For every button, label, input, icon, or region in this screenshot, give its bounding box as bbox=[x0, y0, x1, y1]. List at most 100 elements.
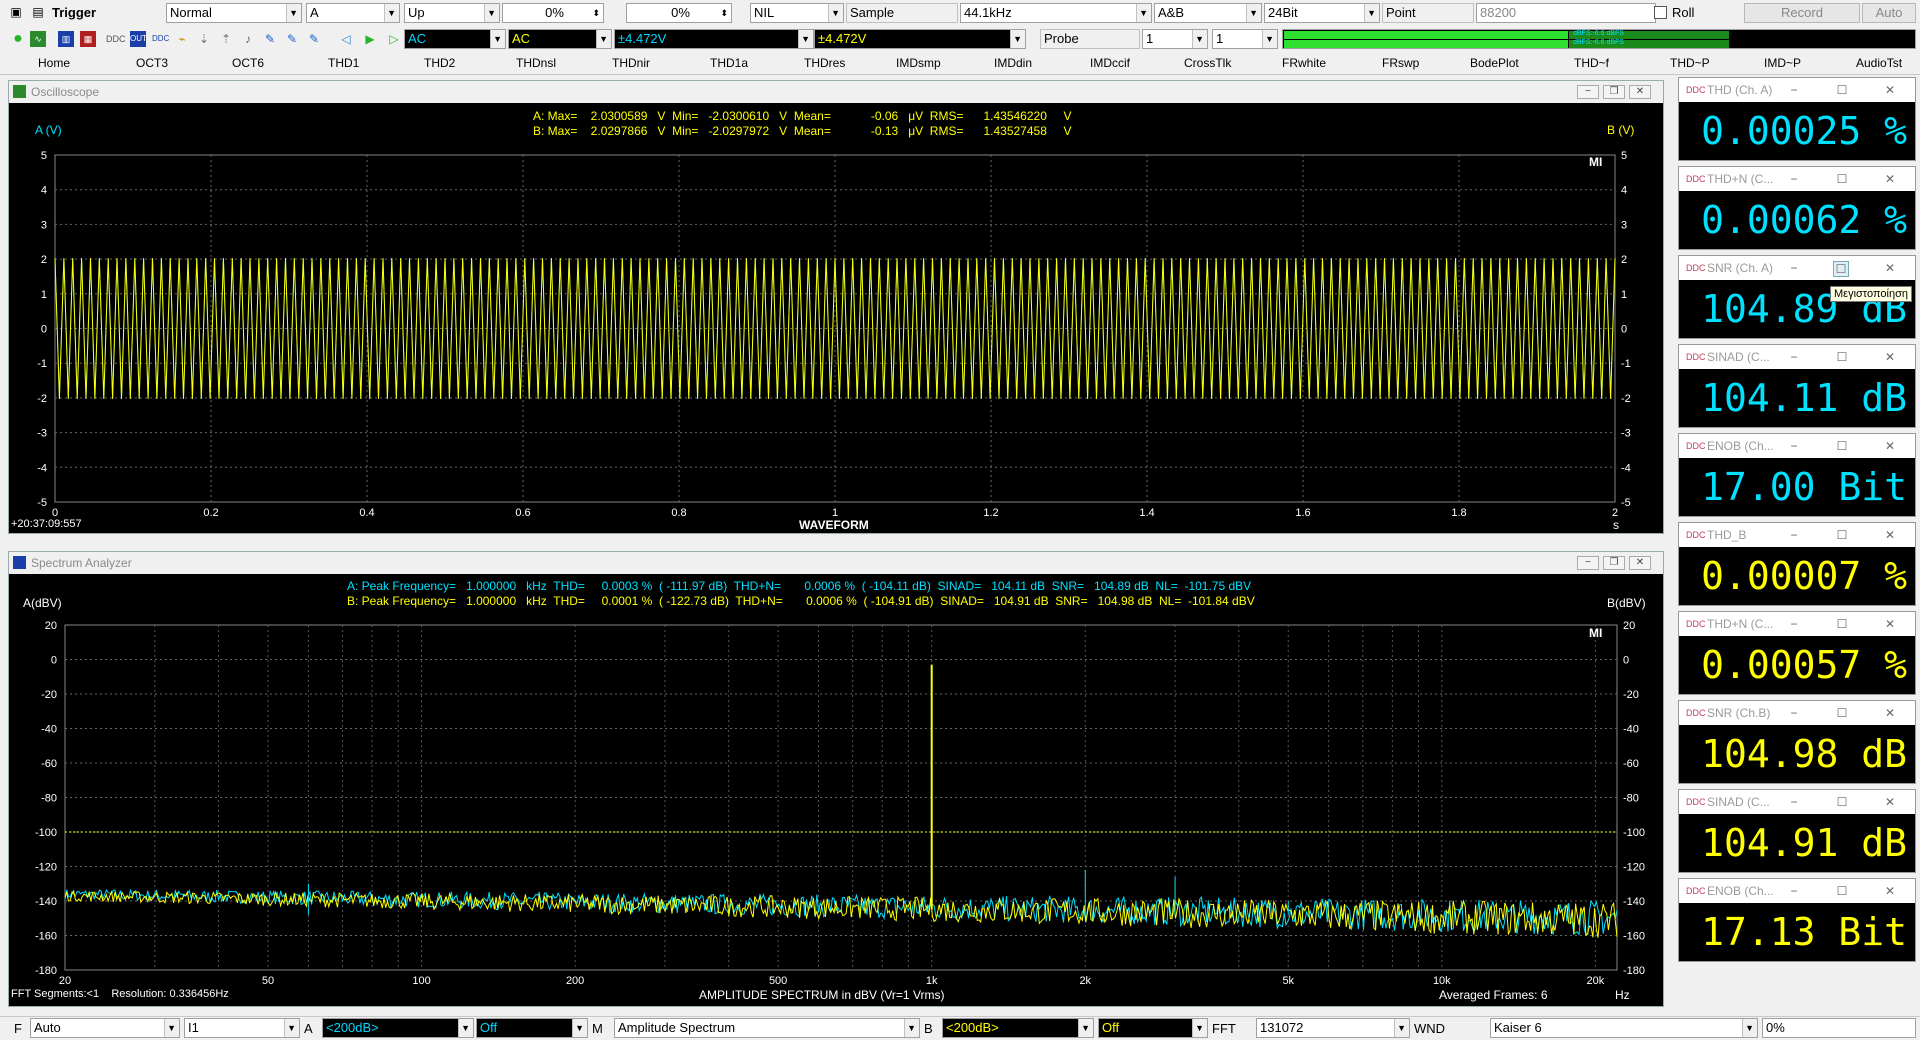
m-select[interactable]: Amplitude Spectrum ▼ bbox=[614, 1018, 920, 1038]
auto-button[interactable]: Auto bbox=[1862, 3, 1916, 23]
tab-crosstlk[interactable]: CrossTlk bbox=[1184, 56, 1231, 70]
trigger-level-input[interactable]: 0% ⬍ bbox=[502, 3, 604, 23]
tab-thd-p[interactable]: THD~P bbox=[1670, 56, 1710, 70]
wrench-b-icon[interactable]: ✎ bbox=[284, 31, 300, 47]
meter-sinad-a[interactable]: DDC SINAD (C... − ☐ ✕ 104.11 dB bbox=[1678, 344, 1916, 428]
trigger-channel-select[interactable]: A ▼ bbox=[306, 3, 400, 23]
tab-thd-f[interactable]: THD~f bbox=[1574, 56, 1609, 70]
maximize-icon[interactable]: ☐ bbox=[1835, 795, 1849, 809]
minimize-icon[interactable]: − bbox=[1787, 795, 1801, 809]
close-icon[interactable]: ✕ bbox=[1883, 706, 1897, 720]
meter-sinad-b[interactable]: DDC SINAD (C... − ☐ ✕ 104.91 dB bbox=[1678, 789, 1916, 873]
nil-select[interactable]: NIL ▼ bbox=[750, 3, 844, 23]
tab-thdnir[interactable]: THDnir bbox=[612, 56, 650, 70]
overlap-input[interactable]: 0% bbox=[1762, 1018, 1916, 1038]
close-icon[interactable]: ✕ bbox=[1883, 83, 1897, 97]
sweep-icon[interactable]: ⌁ bbox=[174, 31, 190, 47]
meter-thdn-a[interactable]: DDC THD+N (C... − ☐ ✕ 0.00062 % bbox=[1678, 166, 1916, 250]
minimize-icon[interactable]: − bbox=[1787, 528, 1801, 542]
minimize-icon[interactable]: − bbox=[1787, 172, 1801, 186]
save-icon[interactable]: ▣ bbox=[8, 4, 24, 20]
speaker-icon[interactable]: ◁ bbox=[338, 31, 354, 47]
range-b-select[interactable]: ±4.472V ▼ bbox=[814, 29, 1026, 49]
floppy-icon[interactable]: ▤ bbox=[30, 4, 46, 20]
maximize-icon[interactable]: ☐ bbox=[1835, 439, 1849, 453]
point-input[interactable]: 88200 bbox=[1476, 3, 1656, 23]
generator-icon[interactable]: DDC bbox=[152, 31, 169, 47]
tab-imdccif[interactable]: IMDccif bbox=[1090, 56, 1130, 70]
minimize-icon[interactable]: − bbox=[1787, 706, 1801, 720]
b-range-select[interactable]: <200dB> ▼ bbox=[942, 1018, 1094, 1038]
tab-thd1a[interactable]: THD1a bbox=[710, 56, 748, 70]
sample-rate-select[interactable]: 44.1kHz ▼ bbox=[960, 3, 1152, 23]
minimize-icon[interactable]: − bbox=[1787, 439, 1801, 453]
minimize-icon[interactable]: − bbox=[1787, 350, 1801, 364]
window-select[interactable]: Kaiser 6 ▼ bbox=[1490, 1018, 1758, 1038]
fft-size-select[interactable]: 131072 ▼ bbox=[1256, 1018, 1410, 1038]
i-select[interactable]: I1 ▼ bbox=[184, 1018, 300, 1038]
tab-thd2[interactable]: THD2 bbox=[424, 56, 455, 70]
maximize-icon[interactable]: ☐ bbox=[1835, 83, 1849, 97]
maximize-icon[interactable]: ☐ bbox=[1835, 350, 1849, 364]
meter-enob-a[interactable]: DDC ENOB (Ch... − ☐ ✕ 17.00 Bit bbox=[1678, 433, 1916, 517]
b-off-select[interactable]: Off ▼ bbox=[1098, 1018, 1208, 1038]
tab-thdres[interactable]: THDres bbox=[804, 56, 845, 70]
close-icon[interactable]: ✕ bbox=[1883, 617, 1897, 631]
minimize-icon[interactable]: − bbox=[1787, 261, 1801, 275]
maximize-icon[interactable]: ☐ bbox=[1835, 172, 1849, 186]
close-icon[interactable]: ✕ bbox=[1883, 350, 1897, 364]
tab-home[interactable]: Home bbox=[38, 56, 70, 70]
trigger-mode-select[interactable]: Normal ▼ bbox=[166, 3, 302, 23]
spectrum-plot[interactable]: 20 200 0-20 -20-40 -40-60 -60-80 -80-100 -100-1… bbox=[9, 552, 1663, 1006]
output-icon[interactable]: OUT bbox=[130, 31, 147, 47]
volume-down-icon[interactable]: ♪ bbox=[240, 31, 256, 47]
tab-frswp[interactable]: FRswp bbox=[1382, 56, 1419, 70]
minimize-icon[interactable]: − bbox=[1787, 617, 1801, 631]
tab-thdnsl[interactable]: THDnsl bbox=[516, 56, 556, 70]
meter-thd-b[interactable]: DDC THD_B − ☐ ✕ 0.00007 % bbox=[1678, 522, 1916, 606]
maximize-icon[interactable]: ☐ bbox=[1835, 706, 1849, 720]
coupling-a-select[interactable]: AC ▼ bbox=[404, 29, 506, 49]
channel-mode-select[interactable]: A&B ▼ bbox=[1154, 3, 1262, 23]
tab-oct6[interactable]: OCT6 bbox=[232, 56, 264, 70]
coupling-b-select[interactable]: AC ▼ bbox=[508, 29, 612, 49]
oscilloscope-icon[interactable]: ∿ bbox=[30, 31, 46, 47]
play-icon[interactable]: ▶ bbox=[362, 31, 378, 47]
bit-depth-select[interactable]: 24Bit ▼ bbox=[1264, 3, 1380, 23]
tab-audiotst[interactable]: AudioTst bbox=[1856, 56, 1902, 70]
tab-imddin[interactable]: IMDdin bbox=[994, 56, 1032, 70]
maximize-icon[interactable]: ☐ bbox=[1835, 884, 1849, 898]
tab-imdsmp[interactable]: IMDsmp bbox=[896, 56, 941, 70]
wrench-icon[interactable]: ✎ bbox=[262, 31, 278, 47]
minimize-icon[interactable]: − bbox=[1787, 884, 1801, 898]
scope-plot[interactable]: 5 54 43 32 21 10 0-1 -1-2 -2-3 -3-4 -4-5 -50 0.2 0.4 0… bbox=[9, 81, 1663, 533]
range-a-select[interactable]: ±4.472V ▼ bbox=[614, 29, 814, 49]
tab-thd1[interactable]: THD1 bbox=[328, 56, 359, 70]
spectrum-icon[interactable]: ▥ bbox=[58, 31, 74, 47]
meter-snr-b[interactable]: DDC SNR (Ch.B) − ☐ ✕ 104.98 dB bbox=[1678, 700, 1916, 784]
play-step-icon[interactable]: ▷ bbox=[386, 31, 402, 47]
probe-a-select[interactable]: 1 ▼ bbox=[1142, 29, 1208, 49]
trigger-position-input[interactable]: 0% ⬍ bbox=[626, 3, 732, 23]
close-icon[interactable]: ✕ bbox=[1883, 261, 1897, 275]
close-icon[interactable]: ✕ bbox=[1883, 172, 1897, 186]
meter-grid-icon[interactable]: ▦ bbox=[80, 31, 96, 47]
roll-checkbox[interactable] bbox=[1654, 6, 1667, 19]
calibrate-icon[interactable]: ⇣ bbox=[196, 31, 212, 47]
meter-thdn-b[interactable]: DDC THD+N (C... − ☐ ✕ 0.00057 % bbox=[1678, 611, 1916, 695]
run-indicator-icon[interactable]: ● bbox=[10, 31, 26, 47]
a-off-select[interactable]: Off ▼ bbox=[476, 1018, 588, 1038]
trigger-edge-select[interactable]: Up ▼ bbox=[404, 3, 500, 23]
tab-imd-p[interactable]: IMD~P bbox=[1764, 56, 1801, 70]
ddc-icon[interactable]: DDC bbox=[106, 31, 126, 47]
reference-icon[interactable]: ⇡ bbox=[218, 31, 234, 47]
probe-b-select[interactable]: 1 ▼ bbox=[1212, 29, 1278, 49]
maximize-icon[interactable]: ☐ bbox=[1835, 617, 1849, 631]
close-icon[interactable]: ✕ bbox=[1883, 795, 1897, 809]
maximize-icon[interactable]: ☐ bbox=[1835, 528, 1849, 542]
close-icon[interactable]: ✕ bbox=[1883, 528, 1897, 542]
maximize-icon[interactable]: ☐ bbox=[1833, 261, 1849, 277]
close-icon[interactable]: ✕ bbox=[1883, 439, 1897, 453]
tab-bodeplot[interactable]: BodePlot bbox=[1470, 56, 1519, 70]
tab-oct3[interactable]: OCT3 bbox=[136, 56, 168, 70]
